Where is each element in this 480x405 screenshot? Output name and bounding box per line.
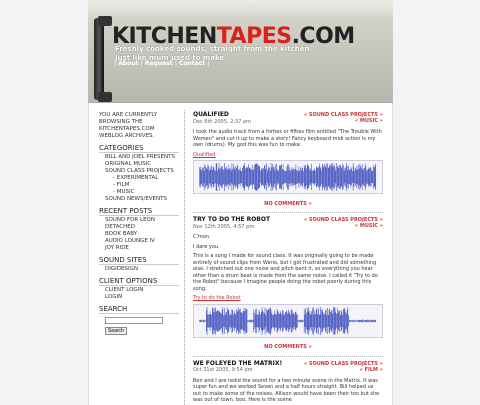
sidebar-item-experimental[interactable]: - EXPERIMENTAL (99, 175, 179, 182)
post-category-link[interactable]: « MUSIC » (304, 118, 383, 124)
post-category-link[interactable]: « FILM » (304, 367, 383, 373)
post-categories: « SOUND CLASS PROJECTS » « MUSIC » (304, 217, 383, 229)
sidebar: YOU ARE CURRENTLY BROWSING THE KITCHENTA… (99, 112, 179, 335)
post-body: Ben and I are redid the sound for a two … (193, 377, 380, 404)
post-header: QUALIFIED Dec 6th 2005, 2:37 am « SOUND … (193, 111, 383, 126)
post-foleyed-the-matrix: WE FOLEYED THE MATRIX! Oct 31st 2005, 9:… (193, 360, 383, 404)
post-body: This is a song I made for sound class. I… (193, 253, 378, 292)
sidebar-item-music[interactable]: - MUSIC (99, 189, 179, 196)
post-category-link[interactable]: « MUSIC » (304, 223, 383, 229)
waveform-qualified (199, 162, 376, 192)
audio-link[interactable]: Try to do the Robot (193, 295, 383, 302)
recent-post-joy-ride[interactable]: JOY RIDE (99, 245, 179, 252)
client-login-link[interactable]: CLIENT LOGIN (99, 287, 179, 294)
post-qualified: QUALIFIED Dec 6th 2005, 2:37 am « SOUND … (193, 111, 383, 208)
waveform-robot (199, 306, 376, 335)
recent-post-book-baby[interactable]: BOOK BABY (99, 231, 179, 238)
post-categories: « SOUND CLASS PROJECTS » « MUSIC » (304, 112, 383, 124)
post-body: I took the audio track from a forties or… (193, 129, 382, 148)
search-heading: SEARCH (99, 306, 179, 314)
nav-contact[interactable]: Contact (179, 60, 205, 67)
categories-heading: CATEGORIES (99, 145, 179, 153)
comments-link[interactable]: NO COMMENTS » (193, 344, 383, 351)
archive-intro: YOU ARE CURRENTLY BROWSING THE KITCHENTA… (99, 112, 158, 139)
recent-post-sound-for-leon[interactable]: SOUND FOR LEON (99, 217, 179, 224)
site-header: KITCHENTAPES.COM Freshly cooked sounds, … (88, 0, 393, 103)
sidebar-item-original-music[interactable]: ORIGINAL MUSIC (99, 161, 179, 168)
recent-post-detached[interactable]: DETACHED (99, 224, 179, 231)
post-try-to-do-the-robot: TRY TO DO THE ROBOT Nov 12th 2005, 4:57 … (193, 216, 383, 351)
waveform-image (193, 303, 383, 338)
column-divider (184, 110, 185, 405)
sidebar-item-film[interactable]: - FILM (99, 182, 179, 189)
main-content: QUALIFIED Dec 6th 2005, 2:37 am « SOUND … (193, 111, 383, 405)
search-button[interactable]: Search (105, 326, 127, 335)
handle-cap-top (98, 16, 112, 26)
nav-request[interactable]: Request (145, 60, 173, 67)
fridge-handle (94, 16, 112, 102)
comments-link[interactable]: NO COMMENTS » (193, 201, 383, 208)
post-category-link[interactable]: « SOUND CLASS PROJECTS » (304, 361, 383, 367)
post-body-line: C'mon. (193, 234, 211, 240)
post-body-line: I dare you. (193, 243, 220, 250)
sound-site-digidesign[interactable]: DIGIDESIGN (99, 266, 179, 273)
audio-link[interactable]: Qualified (193, 152, 383, 159)
recent-posts-heading: RECENT POSTS (99, 208, 179, 216)
nav-about[interactable]: About (118, 60, 138, 67)
sound-sites-heading: SOUND SITES (99, 257, 179, 265)
post-separator (193, 355, 383, 357)
post-categories: « SOUND CLASS PROJECTS » « FILM » (304, 361, 383, 373)
recent-post-audio-lounge[interactable]: AUDIO LOUNGE IV (99, 238, 179, 245)
tagline-line-1: Freshly cooked sounds, straight from the… (115, 45, 313, 53)
sidebar-item-bill-and-joel[interactable]: BILL AND JOEL PRESENTS (99, 154, 179, 161)
login-link[interactable]: LOGIN (99, 294, 179, 301)
sidebar-item-sound-news[interactable]: SOUND NEWS/EVENTS (99, 196, 179, 203)
header-nav: | About | Request | Contact | (114, 60, 210, 67)
post-separator (193, 212, 383, 213)
waveform-image (193, 160, 383, 194)
header-shine (88, 0, 393, 20)
search-input[interactable] (105, 317, 163, 324)
post-header: WE FOLEYED THE MATRIX! Oct 31st 2005, 9:… (193, 360, 383, 375)
handle-cap-bottom (98, 92, 112, 102)
sidebar-item-sound-class-projects[interactable]: SOUND CLASS PROJECTS (99, 168, 179, 175)
post-header: TRY TO DO THE ROBOT Nov 12th 2005, 4:57 … (193, 216, 383, 231)
client-options-heading: CLIENT OPTIONS (99, 278, 179, 286)
